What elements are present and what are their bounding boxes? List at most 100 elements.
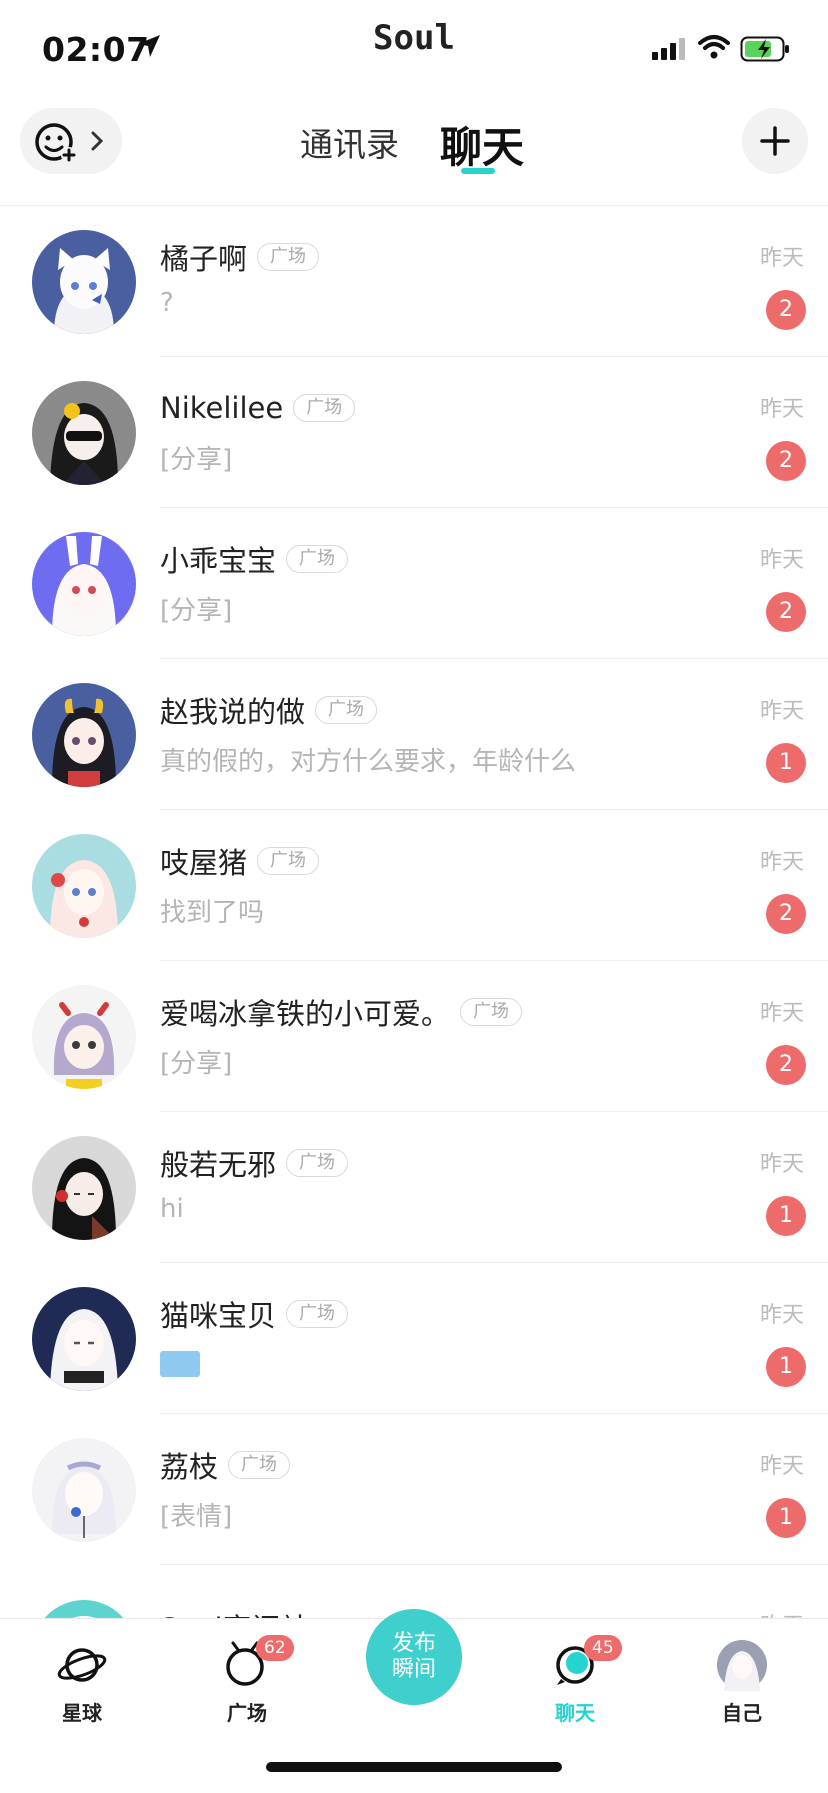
chat-name-line: 吱屋猪 广场 — [160, 840, 320, 882]
avatar — [32, 985, 136, 1089]
status-bar: 02:07 Soul — [0, 0, 828, 96]
chat-unread-badge: 45 — [584, 1635, 622, 1661]
nav-label: 广场 — [227, 1701, 267, 1725]
chat-name: Nikelilee — [160, 391, 284, 425]
chat-date: 昨天 — [759, 1001, 804, 1026]
chat-name-line: Nikelilee 广场 — [160, 387, 356, 429]
chat-row[interactable]: 猫咪宝贝 广场 昨天 1 — [0, 1263, 828, 1414]
unread-badge: 2 — [766, 894, 806, 934]
chat-date: 昨天 — [760, 1608, 804, 1618]
square-unread-badge: 62 — [256, 1635, 294, 1661]
chat-row[interactable]: 般若无邪 广场 hi 昨天 1 — [0, 1112, 828, 1263]
unread-badge: 1 — [766, 743, 806, 783]
chevron-right-icon — [91, 131, 104, 151]
unread-badge: 1 — [766, 1498, 806, 1538]
chat-row[interactable]: 吱屋猪 广场 找到了吗 昨天 2 — [0, 810, 828, 961]
unread-badge: 2 — [766, 290, 806, 330]
add-button[interactable] — [742, 108, 808, 174]
square-tag: 广场 — [315, 696, 378, 724]
chat-row[interactable]: Nikelilee 广场 [分享] 昨天 2 — [0, 357, 828, 508]
square-tag: 广场 — [293, 394, 356, 422]
square-tag: 广场 — [286, 1300, 349, 1328]
square-tag: 广场 — [286, 545, 349, 573]
avatar — [32, 532, 136, 636]
sticker-preview-icon — [160, 1351, 200, 1377]
square-tag: 广场 — [257, 847, 320, 875]
chat-preview: hi — [160, 1194, 184, 1224]
chat-name: 般若无邪 — [160, 1148, 277, 1182]
chat-date: 昨天 — [759, 246, 804, 271]
row-divider — [160, 1564, 828, 1565]
chat-row[interactable]: 小乖宝宝 广场 [分享] 昨天 2 — [0, 508, 828, 659]
chat-preview: ? — [160, 288, 174, 318]
square-tag: 广场 — [257, 243, 320, 271]
unread-badge: 2 — [766, 441, 806, 481]
chat-name-line: 橘子啊 广场 — [160, 236, 320, 278]
chat-name-line: 爱喝冰拿铁的小可爱。 广场 — [160, 991, 523, 1033]
chat-row[interactable]: 赵我说的做 广场 真的假的，对方什么要求，年龄什么 昨天 1 — [0, 659, 828, 810]
nav-label: 自己 — [722, 1701, 762, 1725]
square-tag: 广场 — [286, 1149, 349, 1177]
avatar — [32, 230, 136, 334]
nav-square[interactable]: 62 广场 — [192, 1635, 302, 1726]
avatar — [32, 381, 136, 485]
unread-badge: 1 — [766, 1196, 806, 1236]
chat-name: 吱屋猪 — [160, 846, 248, 880]
chat-row[interactable]: 荔枝 广场 [表情] 昨天 1 — [0, 1414, 828, 1565]
chat-name: 橘子啊 — [160, 242, 248, 276]
chat-name: 荔枝 — [160, 1450, 219, 1484]
battery-charging-icon — [740, 36, 789, 62]
nav-label: 星球 — [62, 1701, 102, 1725]
cellular-signal-icon — [652, 38, 685, 60]
chat-preview: [分享] — [160, 596, 233, 626]
unread-badge: 2 — [766, 1045, 806, 1085]
home-indicator — [266, 1762, 562, 1772]
avatar — [32, 1287, 136, 1391]
chat-date: 昨天 — [759, 699, 804, 724]
chat-name-line: 赵我说的做 广场 — [160, 689, 378, 731]
publish-label-line2: 瞬间 — [391, 1657, 436, 1682]
chat-name: 赵我说的做 — [160, 695, 306, 729]
nav-label: 聊天 — [555, 1701, 595, 1725]
plus-icon — [760, 126, 790, 156]
chat-preview: [分享] — [160, 445, 233, 475]
chat-name-line: 猫咪宝贝 广场 — [160, 1293, 349, 1335]
chat-date: 昨天 — [759, 1303, 804, 1328]
chat-header: 通讯录 聊天 — [0, 96, 828, 206]
avatar — [32, 1136, 136, 1240]
profile-avatar-icon — [717, 1640, 767, 1691]
chat-preview: [表情] — [160, 1502, 233, 1532]
chat-date: 昨天 — [759, 1152, 804, 1177]
avatar — [44, 1600, 124, 1618]
chat-name-line: 小乖宝宝 广场 — [160, 538, 349, 580]
unread-badge: 2 — [766, 592, 806, 632]
chat-row[interactable]: 橘子啊 广场 ? 昨天 2 — [0, 206, 828, 357]
chat-name-line: 般若无邪 广场 — [160, 1142, 349, 1184]
wifi-icon — [698, 35, 730, 59]
square-tag: 广场 — [460, 998, 523, 1026]
chat-name: 小乖宝宝 — [160, 544, 277, 578]
chat-preview: 找到了吗 — [160, 898, 265, 928]
tab-contacts[interactable]: 通讯录 — [300, 118, 399, 166]
avatar — [32, 1438, 136, 1542]
chat-name: Soul客间站 — [160, 1606, 310, 1618]
chat-name: 猫咪宝贝 — [160, 1299, 277, 1333]
chat-date: 昨天 — [759, 397, 804, 422]
square-tag: 广场 — [228, 1451, 291, 1479]
nav-profile[interactable]: 自己 — [687, 1639, 797, 1726]
chat-preview: 真的假的，对方什么要求，年龄什么 — [160, 747, 577, 777]
smiley-add-icon — [35, 123, 77, 163]
nav-chat[interactable]: 45 聊天 — [520, 1635, 630, 1726]
chat-list: 橘子啊 广场 ? 昨天 2 Nikelilee 广场 [分享] 昨天 2 小乖宝… — [0, 206, 828, 1565]
publish-moment-button[interactable]: 发布 瞬间 — [366, 1609, 462, 1705]
publish-label-line1: 发布 — [391, 1631, 436, 1656]
chat-row[interactable]: 爱喝冰拿铁的小可爱。 广场 [分享] 昨天 2 — [0, 961, 828, 1112]
chat-name: 爱喝冰拿铁的小可爱。 — [160, 997, 451, 1031]
planet-icon — [57, 1648, 107, 1682]
tab-chat[interactable]: 聊天 — [440, 114, 524, 175]
chat-date: 昨天 — [759, 850, 804, 875]
avatar — [32, 834, 136, 938]
nav-planet[interactable]: 星球 — [27, 1639, 137, 1726]
chat-date: 昨天 — [759, 1454, 804, 1479]
mood-status-button[interactable] — [20, 108, 122, 174]
